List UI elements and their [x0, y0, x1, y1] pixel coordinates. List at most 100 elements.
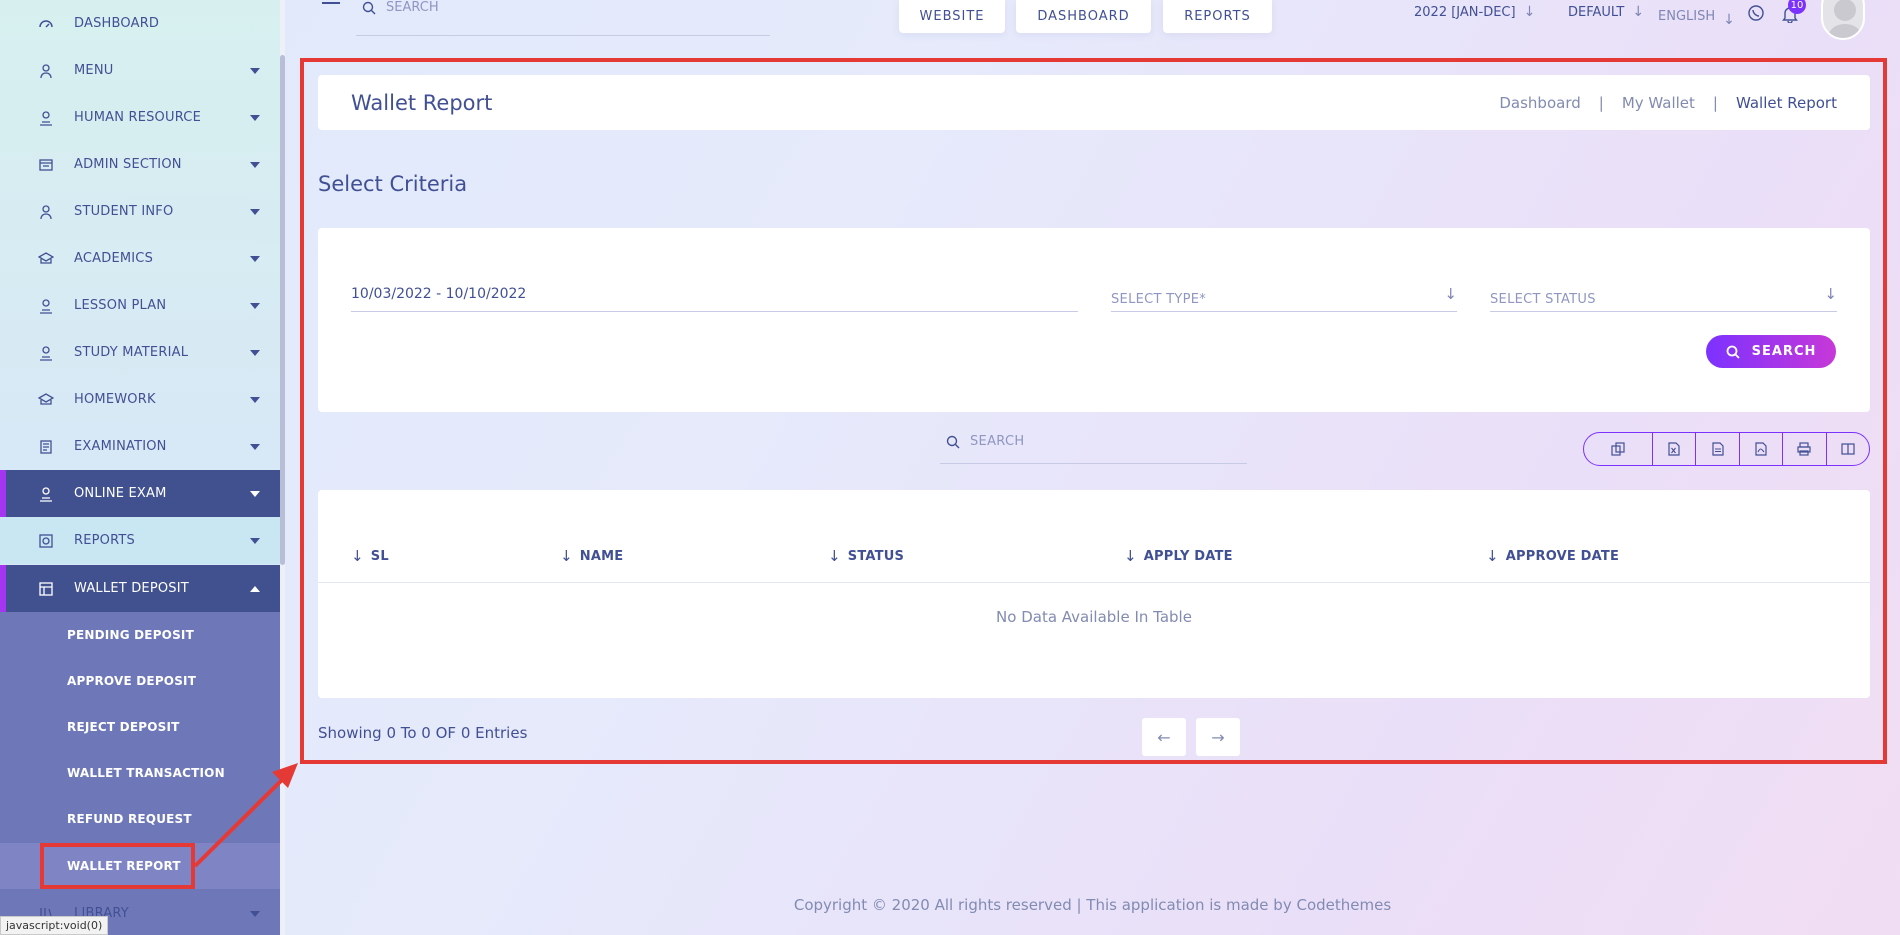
sidebar-item-student-info[interactable]: STUDENT INFO: [0, 188, 280, 235]
chevron-down-icon: [250, 161, 260, 168]
reports-button[interactable]: REPORTS: [1163, 0, 1272, 33]
select-type-dropdown[interactable]: SELECT TYPE* ↓: [1111, 276, 1457, 312]
sidebar-item-wallet-deposit[interactable]: WALLET DEPOSIT: [0, 565, 280, 612]
top-search-input[interactable]: SEARCH: [356, 0, 770, 36]
empty-table-message: No Data Available In Table: [996, 608, 1192, 626]
select-type-placeholder: SELECT TYPE*: [1111, 292, 1207, 307]
submenu-item-label: APPROVE DEPOSIT: [67, 674, 197, 688]
chevron-down-icon: [250, 114, 260, 121]
language-select[interactable]: ENGLISH ↓: [1658, 4, 1735, 29]
homework-icon: [38, 392, 54, 405]
sidebar-item-reports[interactable]: REPORTS: [0, 517, 280, 564]
page-header-card: Wallet Report Dashboard | My Wallet | Wa…: [318, 75, 1870, 130]
submenu-item-label: WALLET TRANSACTION: [67, 766, 225, 780]
wallet-report-table: ↓ SL ↓ NAME ↓ STATUS ↓ APPLY DATE ↓ APPROVE D…: [318, 490, 1870, 698]
submenu-item-wallet-transaction[interactable]: WALLET TRANSACTION: [0, 750, 280, 796]
chevron-down-icon: [250, 443, 260, 450]
submenu-item-refund-request[interactable]: REFUND REQUEST: [0, 796, 280, 842]
date-range-value: 10/03/2022 - 10/10/2022: [351, 285, 527, 302]
export-button-group: [1583, 432, 1870, 466]
annotation-arrow: [193, 763, 298, 868]
excel-icon: [1668, 442, 1680, 456]
examination-icon: [40, 439, 52, 454]
avatar[interactable]: [1821, 0, 1865, 40]
criteria-card: 10/03/2022 - 10/10/2022 SELECT TYPE* ↓ S…: [318, 228, 1870, 412]
sidebar-item-online-exam[interactable]: ONLINE EXAM: [0, 470, 280, 517]
submenu-item-label: REJECT DEPOSIT: [67, 720, 180, 734]
search-button[interactable]: SEARCH: [1706, 335, 1836, 368]
theme-select[interactable]: DEFAULT ↓: [1568, 4, 1644, 20]
table-header-divider: [318, 582, 1870, 583]
lesson-icon: [40, 298, 52, 314]
breadcrumb-dashboard[interactable]: Dashboard: [1499, 94, 1580, 112]
study-icon: [40, 345, 52, 361]
csv-icon: [1711, 442, 1724, 456]
submenu-item-label: REFUND REQUEST: [67, 812, 192, 826]
submenu-item-reject-deposit[interactable]: REJECT DEPOSIT: [0, 704, 280, 750]
column-header-label: STATUS: [847, 548, 905, 564]
column-header-approve-date[interactable]: ↓ APPROVE DATE: [1486, 547, 1619, 565]
submenu-item-wallet-report[interactable]: WALLET REPORT: [0, 843, 280, 889]
sidebar-item-label: HUMAN RESOURCE: [74, 110, 201, 125]
menu-toggle-button[interactable]: [322, 0, 340, 4]
sidebar-item-study-material[interactable]: STUDY MATERIAL: [0, 329, 280, 376]
search-icon: [946, 435, 960, 448]
excel-button[interactable]: [1651, 433, 1695, 465]
arrow-down-icon: ↓: [1444, 284, 1457, 303]
print-icon: [1797, 442, 1811, 456]
column-header-apply-date[interactable]: ↓ APPLY DATE: [1124, 547, 1233, 565]
theme-value: DEFAULT: [1568, 4, 1625, 20]
website-button[interactable]: WEBSITE: [899, 0, 1005, 33]
arrow-down-icon: ↓: [1824, 284, 1837, 303]
scrollbar-thumb[interactable]: [280, 55, 285, 565]
page-title: Wallet Report: [351, 90, 493, 115]
chevron-down-icon: [250, 302, 260, 309]
wallet-icon: [39, 581, 53, 596]
sidebar-item-admin-section[interactable]: ADMIN SECTION: [0, 141, 280, 188]
language-value: ENGLISH: [1658, 8, 1716, 24]
table-search-input[interactable]: SEARCH: [940, 420, 1247, 464]
column-header-label: APPLY DATE: [1143, 548, 1233, 564]
sort-arrow-icon: ↓: [1124, 547, 1137, 565]
sidebar-item-academics[interactable]: ACADEMICS: [0, 235, 280, 282]
submenu-item-pending-deposit[interactable]: PENDING DEPOSIT: [0, 612, 280, 658]
column-visibility-button[interactable]: [1825, 433, 1869, 465]
dashboard-button[interactable]: DASHBOARD: [1016, 0, 1151, 33]
copy-button[interactable]: [1584, 433, 1652, 465]
pdf-button[interactable]: [1738, 433, 1782, 465]
sidebar-item-menu[interactable]: MENU: [0, 47, 280, 94]
chevron-down-icon: [250, 396, 260, 403]
human-resource-icon: [40, 110, 52, 126]
sidebar-item-examination[interactable]: EXAMINATION: [0, 423, 280, 470]
column-header-status[interactable]: ↓ STATUS: [828, 547, 904, 565]
sidebar-item-label: STUDY MATERIAL: [74, 345, 189, 360]
csv-button[interactable]: [1695, 433, 1738, 465]
sidebar-item-homework[interactable]: HOMEWORK: [0, 376, 280, 423]
previous-page-button[interactable]: ←: [1142, 718, 1186, 756]
sidebar-item-lesson-plan[interactable]: LESSON PLAN: [0, 282, 280, 329]
select-status-dropdown[interactable]: SELECT STATUS ↓: [1490, 276, 1837, 312]
breadcrumb-my-wallet[interactable]: My Wallet: [1622, 94, 1695, 112]
search-icon: [1726, 345, 1740, 359]
sidebar-scrollbar[interactable]: [280, 0, 285, 935]
user-avatar-icon: [1827, 0, 1863, 38]
criteria-heading: Select Criteria: [318, 172, 468, 196]
session-select[interactable]: 2022 [JAN-DEC] ↓: [1414, 4, 1535, 20]
submenu-item-approve-deposit[interactable]: APPROVE DEPOSIT: [0, 658, 280, 704]
column-header-label: NAME: [579, 548, 624, 564]
table-info: Showing 0 To 0 OF 0 Entries: [318, 724, 528, 742]
sidebar-item-dashboard[interactable]: DASHBOARD: [0, 0, 280, 47]
breadcrumb: Dashboard | My Wallet | Wallet Report: [1499, 94, 1837, 112]
next-page-button[interactable]: →: [1196, 718, 1240, 756]
print-button[interactable]: [1782, 433, 1825, 465]
column-header-name[interactable]: ↓ NAME: [560, 547, 623, 565]
whatsapp-icon[interactable]: [1747, 4, 1765, 22]
chevron-down-icon: [250, 255, 260, 262]
sidebar-item-label: EXAMINATION: [74, 439, 167, 454]
breadcrumb-separator: |: [1598, 93, 1604, 112]
date-range-field[interactable]: 10/03/2022 - 10/10/2022: [351, 276, 1078, 312]
column-header-sl[interactable]: ↓ SL: [351, 547, 389, 565]
table-search-placeholder: SEARCH: [970, 434, 1025, 449]
sidebar-item-label: ACADEMICS: [74, 251, 154, 266]
sidebar-item-human-resource[interactable]: HUMAN RESOURCE: [0, 94, 280, 141]
